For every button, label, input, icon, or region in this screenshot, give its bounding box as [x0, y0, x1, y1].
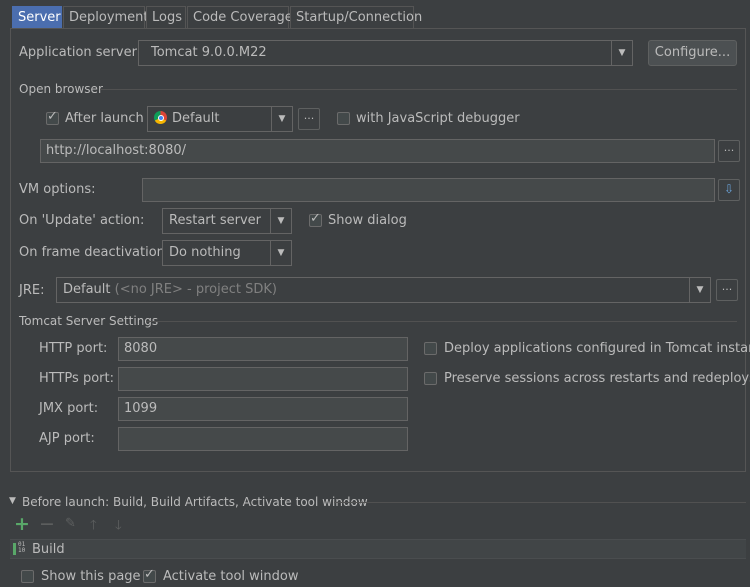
https-port-label: HTTPs port:: [39, 371, 114, 386]
application-server-label: Application server:: [19, 45, 142, 60]
http-port-field[interactable]: 8080: [118, 337, 408, 361]
move-up-icon[interactable]: 🡑: [90, 516, 97, 538]
jre-more-button[interactable]: ...: [716, 279, 738, 301]
vm-options-label: VM options:: [19, 182, 96, 197]
move-down-icon[interactable]: 🡓: [115, 516, 122, 538]
on-frame-combo[interactable]: Do nothing ▼: [162, 240, 292, 266]
activate-tool-window-label: Activate tool window: [163, 569, 299, 584]
url-field[interactable]: http://localhost:8080/: [40, 139, 715, 163]
on-update-label: On 'Update' action:: [19, 213, 145, 228]
js-debugger-checkbox[interactable]: [337, 112, 350, 125]
https-port-field[interactable]: [118, 367, 408, 391]
jre-combo[interactable]: Default (<no JRE> - project SDK) ▼: [56, 277, 711, 303]
remove-icon[interactable]: −: [39, 514, 55, 534]
jmx-port-label: JMX port:: [39, 401, 99, 416]
ajp-port-field[interactable]: [118, 427, 408, 451]
url-more-button[interactable]: ...: [718, 140, 740, 162]
tab-code-coverage[interactable]: Code Coverage: [187, 6, 293, 28]
vm-options-field[interactable]: [142, 178, 715, 202]
jre-value: Default: [63, 282, 111, 297]
open-browser-section-title: Open browser: [19, 82, 103, 96]
tab-startup-connection[interactable]: Startup/Connection: [290, 6, 422, 28]
show-page-checkbox[interactable]: [21, 570, 34, 583]
jre-label: JRE:: [19, 283, 45, 298]
tab-logs[interactable]: Logs: [146, 6, 186, 28]
deploy-label: Deploy applications configured in Tomcat…: [444, 341, 750, 356]
show-page-label: Show this page: [41, 569, 141, 584]
js-debugger-label: with JavaScript debugger: [356, 111, 520, 126]
build-item-label[interactable]: Build: [32, 542, 65, 557]
deploy-checkbox[interactable]: [424, 342, 437, 355]
browser-more-button[interactable]: ...: [298, 108, 320, 130]
chevron-down-icon[interactable]: ▼: [271, 107, 292, 131]
tomcat-settings-title: Tomcat Server Settings: [19, 314, 159, 328]
before-launch-title[interactable]: Before launch: Build, Build Artifacts, A…: [22, 495, 368, 509]
jre-hint: (<no JRE> - project SDK): [114, 282, 277, 297]
open-browser-separator: [100, 89, 737, 90]
expand-icon[interactable]: ⇩: [718, 179, 740, 201]
chevron-down-icon[interactable]: ▼: [611, 41, 632, 65]
on-frame-label: On frame deactivation:: [19, 245, 170, 260]
browser-combo[interactable]: Default ▼: [147, 106, 293, 132]
chrome-icon: [154, 111, 167, 124]
show-dialog-checkbox[interactable]: [309, 211, 322, 227]
application-server-combo[interactable]: Tomcat 9.0.0.M22 ▼: [138, 40, 633, 66]
chevron-down-icon[interactable]: ▼: [270, 209, 291, 233]
show-dialog-label: Show dialog: [328, 213, 407, 228]
after-launch-label: After launch: [65, 111, 144, 126]
collapse-triangle-icon[interactable]: ▼: [9, 496, 16, 506]
tab-deployment[interactable]: Deployment: [63, 6, 149, 28]
preserve-label: Preserve sessions across restarts and re…: [444, 371, 750, 386]
chevron-down-icon[interactable]: ▼: [689, 278, 710, 302]
jmx-port-field[interactable]: 1099: [118, 397, 408, 421]
build-icon: 01 10: [13, 542, 27, 556]
before-launch-list[interactable]: [10, 539, 746, 559]
configure-button[interactable]: Configure...: [648, 40, 737, 66]
preserve-checkbox[interactable]: [424, 372, 437, 385]
build-icon-text: 01 10: [18, 541, 26, 554]
application-server-value: Tomcat 9.0.0.M22: [151, 45, 267, 60]
browser-value: Default: [172, 111, 220, 126]
tab-server[interactable]: Server: [12, 6, 62, 28]
before-launch-separator: [334, 502, 746, 503]
ajp-port-label: AJP port:: [39, 431, 95, 446]
activate-tool-window-checkbox[interactable]: [143, 567, 156, 583]
http-port-label: HTTP port:: [39, 341, 108, 356]
edit-icon[interactable]: ✎: [65, 516, 76, 531]
chevron-down-icon[interactable]: ▼: [270, 241, 291, 265]
add-icon[interactable]: +: [14, 514, 30, 534]
on-update-combo[interactable]: Restart server ▼: [162, 208, 292, 234]
on-frame-value: Do nothing: [169, 245, 241, 260]
on-update-value: Restart server: [169, 213, 262, 228]
tomcat-separator: [146, 321, 737, 322]
after-launch-checkbox[interactable]: [46, 109, 59, 125]
